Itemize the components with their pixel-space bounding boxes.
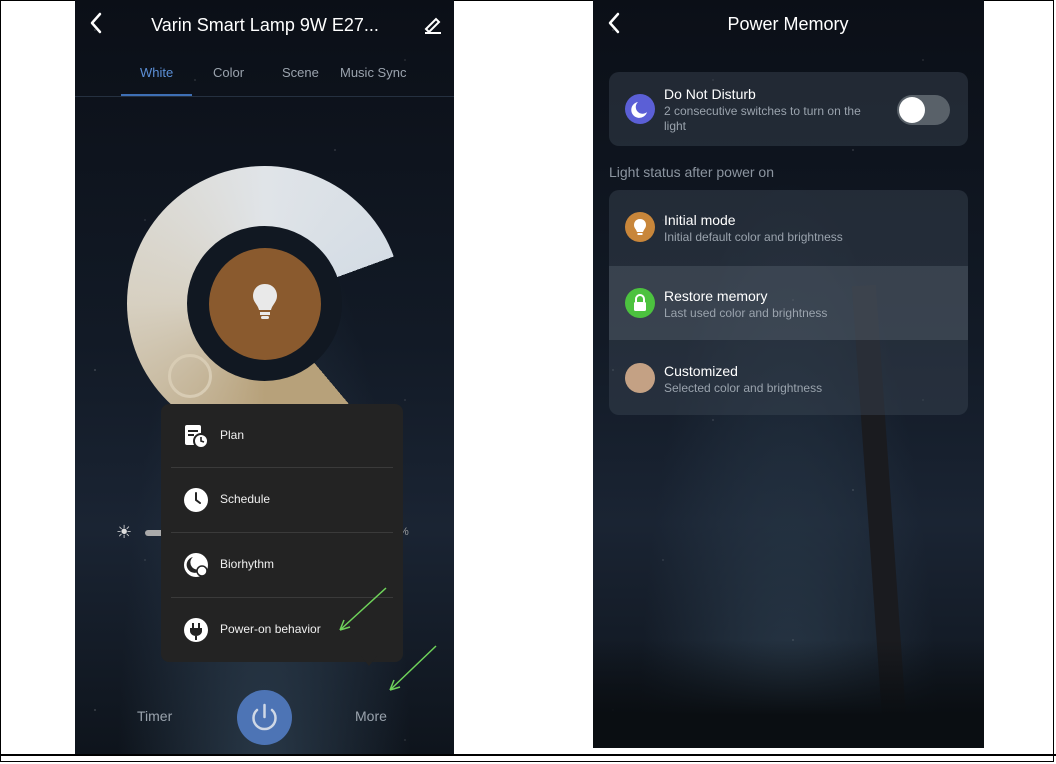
menu-label-biorhythm: Biorhythm [220,557,275,571]
menu-label-plan: Plan [220,428,245,442]
bulb-icon [253,284,277,319]
calendar-clock-icon [185,425,209,449]
bottom-border [0,754,1056,756]
menu-label-power-on-behavior: Power-on behavior [220,622,321,636]
option-restore-memory[interactable]: Restore memory Last used color and brigh… [609,266,968,340]
tab-white[interactable]: White [140,65,173,80]
bulb-icon [625,212,655,242]
dnd-subtitle-line1: 2 consecutive switches to turn on the [664,104,861,118]
foliage-silhouette [593,640,984,748]
back-chevron-icon[interactable] [89,12,103,38]
moon-clock-icon [184,553,208,577]
more-button[interactable]: More [355,708,387,724]
power-memory-screen: Power Memory Do Not Disturb 2 consecutiv… [593,0,984,748]
section-label: Light status after power on [609,164,774,180]
option-subtitle: Last used color and brightness [664,306,828,320]
dnd-toggle[interactable] [897,95,950,125]
option-subtitle: Initial default color and brightness [664,230,843,244]
mode-tabs: White Color Scene Music Sync [75,62,454,97]
tab-scene[interactable]: Scene [282,65,319,80]
pencil-icon[interactable] [423,14,443,39]
option-title: Customized [664,363,738,379]
active-tab-indicator [121,94,192,96]
option-customized[interactable]: Customized Selected color and brightness [609,341,968,415]
power-button[interactable] [237,690,292,745]
option-initial-mode[interactable]: Initial mode Initial default color and b… [609,190,968,265]
dnd-title: Do Not Disturb [664,86,756,102]
power-icon [252,703,277,731]
option-title: Initial mode [664,212,736,228]
sun-icon: ☀ [116,522,133,542]
toggle-knob [899,97,925,123]
moon-icon [625,94,655,124]
dnd-subtitle-line2: light [664,119,687,133]
menu-item-schedule[interactable]: Schedule [161,468,403,532]
option-title: Restore memory [664,288,768,304]
menu-label-schedule: Schedule [220,492,271,506]
annotation-arrow [339,587,387,631]
lock-icon [625,288,655,318]
color-swatch [625,363,655,393]
timer-button[interactable]: Timer [137,708,172,724]
menu-pointer [361,656,377,666]
tab-color[interactable]: Color [213,65,244,80]
menu-item-plan[interactable]: Plan [161,404,403,468]
option-subtitle: Selected color and brightness [664,381,823,395]
annotation-arrow [389,645,437,691]
temperature-knob[interactable] [168,354,212,398]
back-chevron-icon[interactable] [607,12,621,38]
device-title: Varin Smart Lamp 9W E27... [151,15,379,35]
lamp-control-screen: Varin Smart Lamp 9W E27... White Color S… [75,0,454,754]
clock-icon [184,488,208,512]
page-title: Power Memory [727,14,849,34]
plug-icon [184,618,208,642]
tab-music-sync[interactable]: Music Sync [340,65,406,80]
